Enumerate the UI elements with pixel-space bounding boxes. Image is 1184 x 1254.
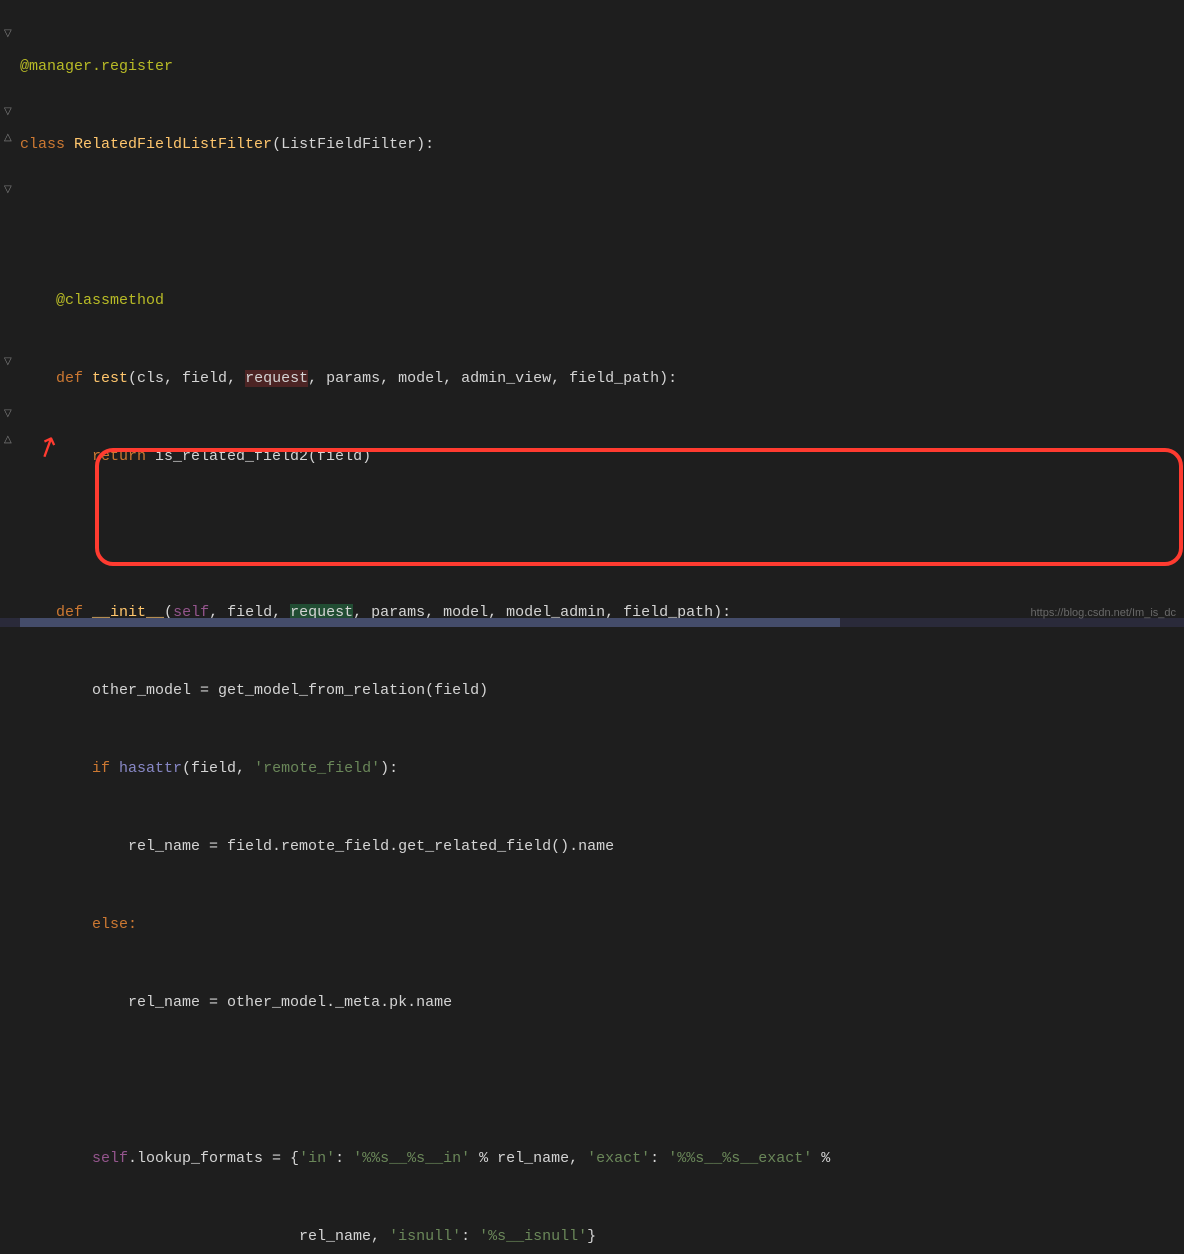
highlight-annotation-box bbox=[95, 448, 1183, 566]
method-test: test bbox=[92, 370, 128, 387]
fold-icon-blk1[interactable]: ▽ bbox=[4, 356, 16, 368]
horizontal-scrollbar-track[interactable] bbox=[0, 618, 1184, 627]
fold-icon-blk3[interactable]: △ bbox=[4, 434, 16, 446]
fold-icon-blk2[interactable]: ▽ bbox=[4, 408, 16, 420]
decorator-register: @manager.register bbox=[20, 58, 173, 75]
decorator-classmethod: @classmethod bbox=[56, 292, 164, 309]
fold-icon-init[interactable]: ▽ bbox=[4, 184, 16, 196]
class-name: RelatedFieldListFilter bbox=[74, 136, 272, 153]
fold-icon-end-test[interactable]: △ bbox=[4, 132, 16, 144]
param-request: request bbox=[245, 370, 308, 387]
watermark: https://blog.csdn.net/Im_is_dc bbox=[1030, 607, 1176, 619]
fold-icon-class[interactable]: ▽ bbox=[4, 28, 16, 40]
code-editor[interactable]: ▽ ▽ △ ▽ ▽ ▽ △ @manager.register class Re… bbox=[0, 0, 1184, 627]
gutter: ▽ ▽ △ ▽ ▽ ▽ △ bbox=[0, 0, 20, 627]
code-area[interactable]: @manager.register class RelatedFieldList… bbox=[20, 0, 1184, 627]
fold-icon-test[interactable]: ▽ bbox=[4, 106, 16, 118]
horizontal-scrollbar-thumb[interactable] bbox=[20, 618, 840, 627]
